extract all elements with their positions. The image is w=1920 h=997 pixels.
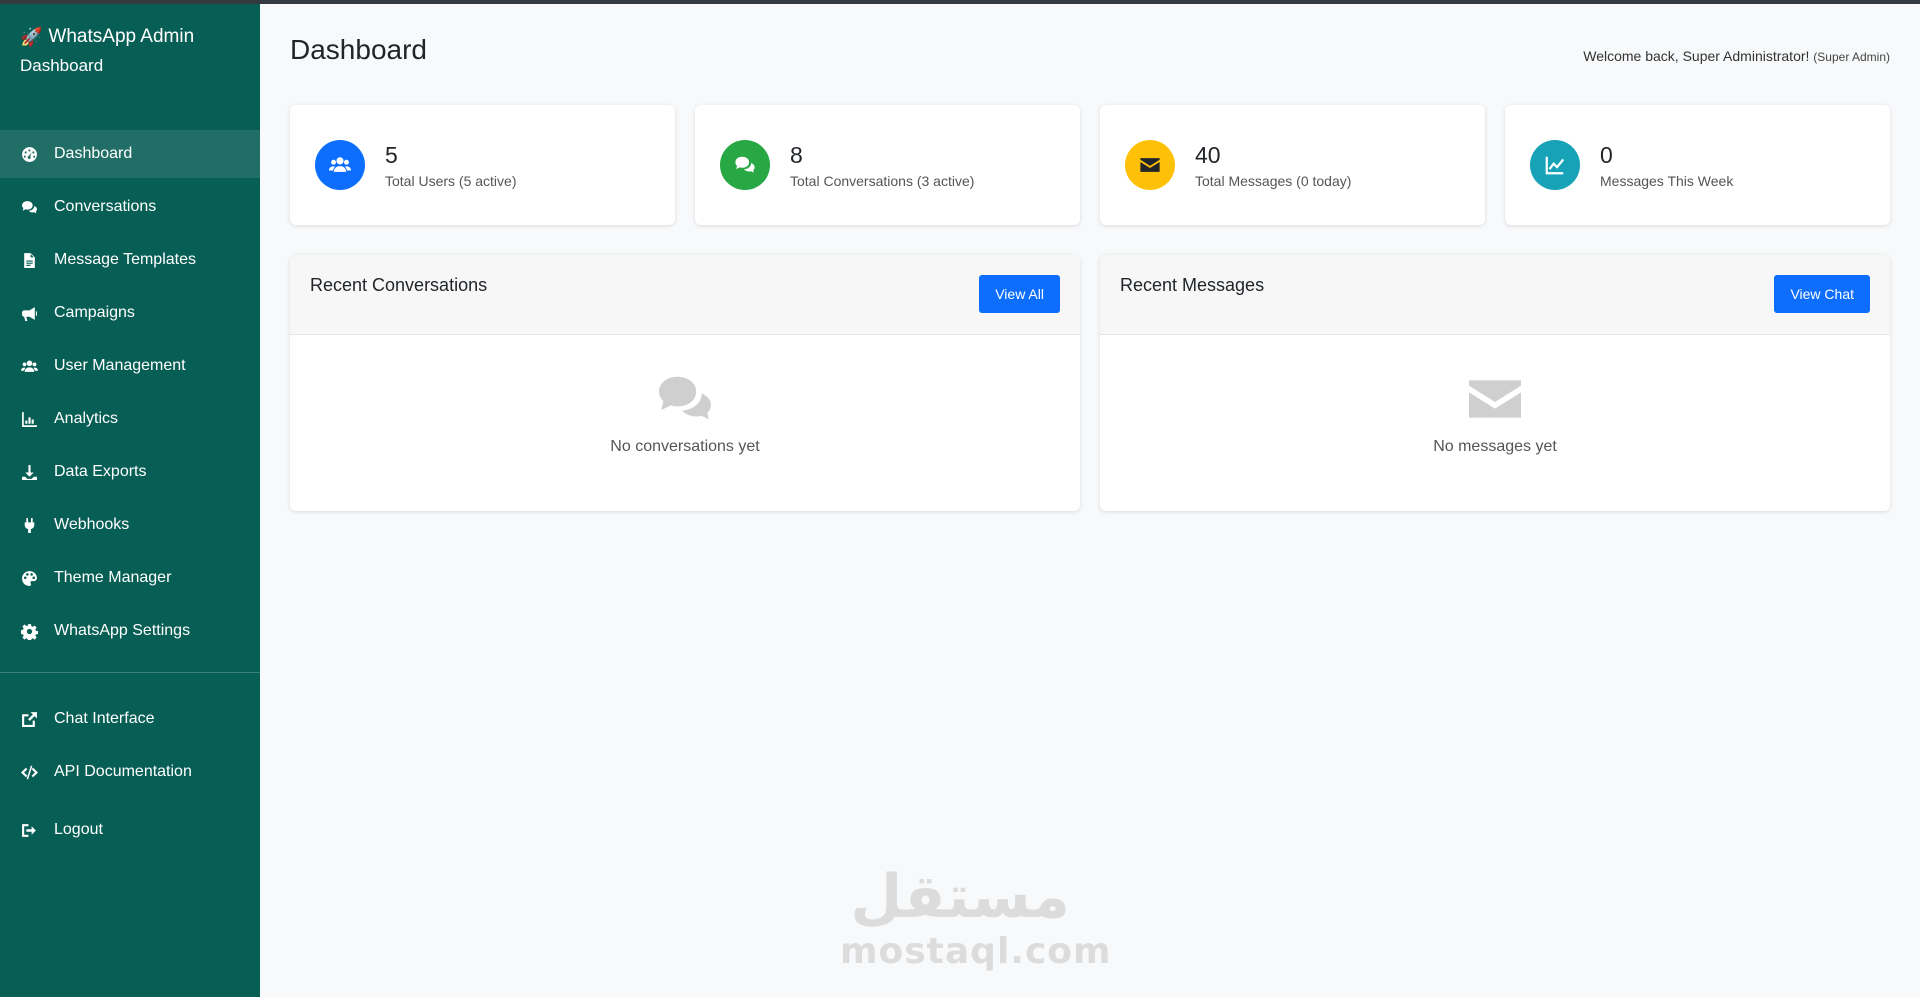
comments-icon — [720, 140, 770, 190]
sidebar-item-label: Logout — [54, 821, 103, 838]
sidebar-item-label: Conversations — [54, 198, 157, 215]
stat-label: Total Conversations (3 active) — [790, 173, 975, 189]
view-all-button[interactable]: View All — [979, 275, 1060, 313]
sidebar-item-label: Message Templates — [54, 251, 196, 268]
brand: 🚀 WhatsApp Admin Dashboard — [0, 4, 260, 130]
sidebar-item-analytics[interactable]: Analytics — [0, 395, 260, 443]
welcome-text: Welcome back, Super Administrator! — [1583, 48, 1810, 64]
stat-value: 0 — [1600, 142, 1613, 168]
watermark-latin: mostaql.com — [840, 931, 1112, 972]
panel-title: Recent Messages — [1120, 275, 1265, 295]
panels-row: Recent Conversations View All No convers… — [290, 255, 1890, 511]
comments-icon — [654, 373, 716, 430]
palette-icon — [20, 569, 38, 587]
sidebar-item-label: WhatsApp Settings — [54, 622, 191, 639]
sidebar-item-whatsapp-settings[interactable]: WhatsApp Settings — [0, 607, 260, 655]
chart-icon — [20, 410, 38, 428]
gear-icon — [20, 622, 38, 640]
sidebar-item-label: Theme Manager — [54, 569, 172, 586]
sidebar-item-label: Webhooks — [54, 516, 130, 533]
panel-body: No conversations yet — [290, 335, 1080, 456]
empty-state-text: No conversations yet — [610, 438, 760, 455]
sidebar-item-user-management[interactable]: User Management — [0, 342, 260, 390]
users-icon — [20, 357, 38, 375]
sidebar-item-label: Dashboard — [54, 145, 133, 162]
stat-value: 40 — [1195, 142, 1221, 168]
users-icon — [315, 140, 365, 190]
stats-row: 5 Total Users (5 active) 8 Total Convers… — [290, 105, 1890, 225]
stat-card-conversations: 8 Total Conversations (3 active) — [695, 105, 1080, 225]
recent-messages-panel: Recent Messages View Chat No messages ye… — [1100, 255, 1890, 511]
sidebar-item-message-templates[interactable]: Message Templates — [0, 236, 260, 284]
chart-line-icon — [1530, 140, 1580, 190]
rocket-icon: 🚀 — [20, 27, 43, 47]
panel-title: Recent Conversations — [310, 275, 488, 295]
sidebar-item-webhooks[interactable]: Webhooks — [0, 501, 260, 549]
brand-subtitle: Dashboard — [20, 56, 104, 75]
sidebar-item-chat-interface[interactable]: Chat Interface — [0, 695, 260, 743]
stat-card-weekly: 0 Messages This Week — [1505, 105, 1890, 225]
sidebar-item-label: Chat Interface — [54, 710, 155, 727]
sidebar-item-label: API Documentation — [54, 763, 192, 780]
recent-conversations-panel: Recent Conversations View All No convers… — [290, 255, 1080, 511]
code-icon — [20, 763, 38, 781]
stat-value: 5 — [385, 142, 398, 168]
panel-body: No messages yet — [1100, 335, 1890, 456]
mostaql-watermark: مستقل mostaql.com — [840, 862, 1112, 972]
watermark-arabic: مستقل — [850, 862, 1070, 932]
stat-label: Messages This Week — [1600, 173, 1734, 189]
sidebar: 🚀 WhatsApp Admin Dashboard Dashboard Con… — [0, 4, 260, 997]
sidebar-item-dashboard[interactable]: Dashboard — [0, 130, 260, 178]
stat-card-messages: 40 Total Messages (0 today) — [1100, 105, 1485, 225]
comments-icon — [20, 198, 38, 216]
plug-icon — [20, 516, 38, 534]
dashboard-icon — [20, 145, 38, 163]
envelope-icon — [1464, 373, 1526, 430]
sidebar-item-logout[interactable]: Logout — [0, 806, 260, 854]
brand-title: WhatsApp Admin — [48, 26, 195, 47]
sidebar-divider — [0, 672, 260, 673]
sidebar-item-label: Data Exports — [54, 463, 147, 480]
sidebar-item-campaigns[interactable]: Campaigns — [0, 289, 260, 337]
envelope-icon — [1125, 140, 1175, 190]
stat-card-users: 5 Total Users (5 active) — [290, 105, 675, 225]
sidebar-item-label: User Management — [54, 357, 186, 374]
stat-label: Total Messages (0 today) — [1195, 173, 1352, 189]
empty-state-text: No messages yet — [1433, 438, 1557, 455]
stat-label: Total Users (5 active) — [385, 173, 517, 189]
welcome-message: Welcome back, Super Administrator! (Supe… — [1583, 48, 1890, 64]
page-title: Dashboard — [290, 34, 427, 65]
view-chat-button[interactable]: View Chat — [1774, 275, 1870, 313]
sidebar-item-theme-manager[interactable]: Theme Manager — [0, 554, 260, 602]
file-icon — [20, 251, 38, 269]
sign-out-icon — [20, 821, 38, 839]
megaphone-icon — [20, 304, 38, 322]
main-content: Dashboard Welcome back, Super Administra… — [260, 4, 1920, 997]
sidebar-item-label: Campaigns — [54, 304, 135, 321]
sidebar-item-api-documentation[interactable]: API Documentation — [0, 748, 260, 796]
sidebar-item-conversations[interactable]: Conversations — [0, 183, 260, 231]
panel-header: Recent Conversations View All — [290, 255, 1080, 335]
stat-value: 8 — [790, 142, 803, 168]
sidebar-nav: Dashboard Conversations Message Template… — [0, 130, 260, 854]
sidebar-item-data-exports[interactable]: Data Exports — [0, 448, 260, 496]
panel-header: Recent Messages View Chat — [1100, 255, 1890, 335]
sidebar-item-label: Analytics — [54, 410, 119, 427]
user-role: (Super Admin) — [1813, 50, 1890, 64]
external-link-icon — [20, 710, 38, 728]
download-icon — [20, 463, 38, 481]
